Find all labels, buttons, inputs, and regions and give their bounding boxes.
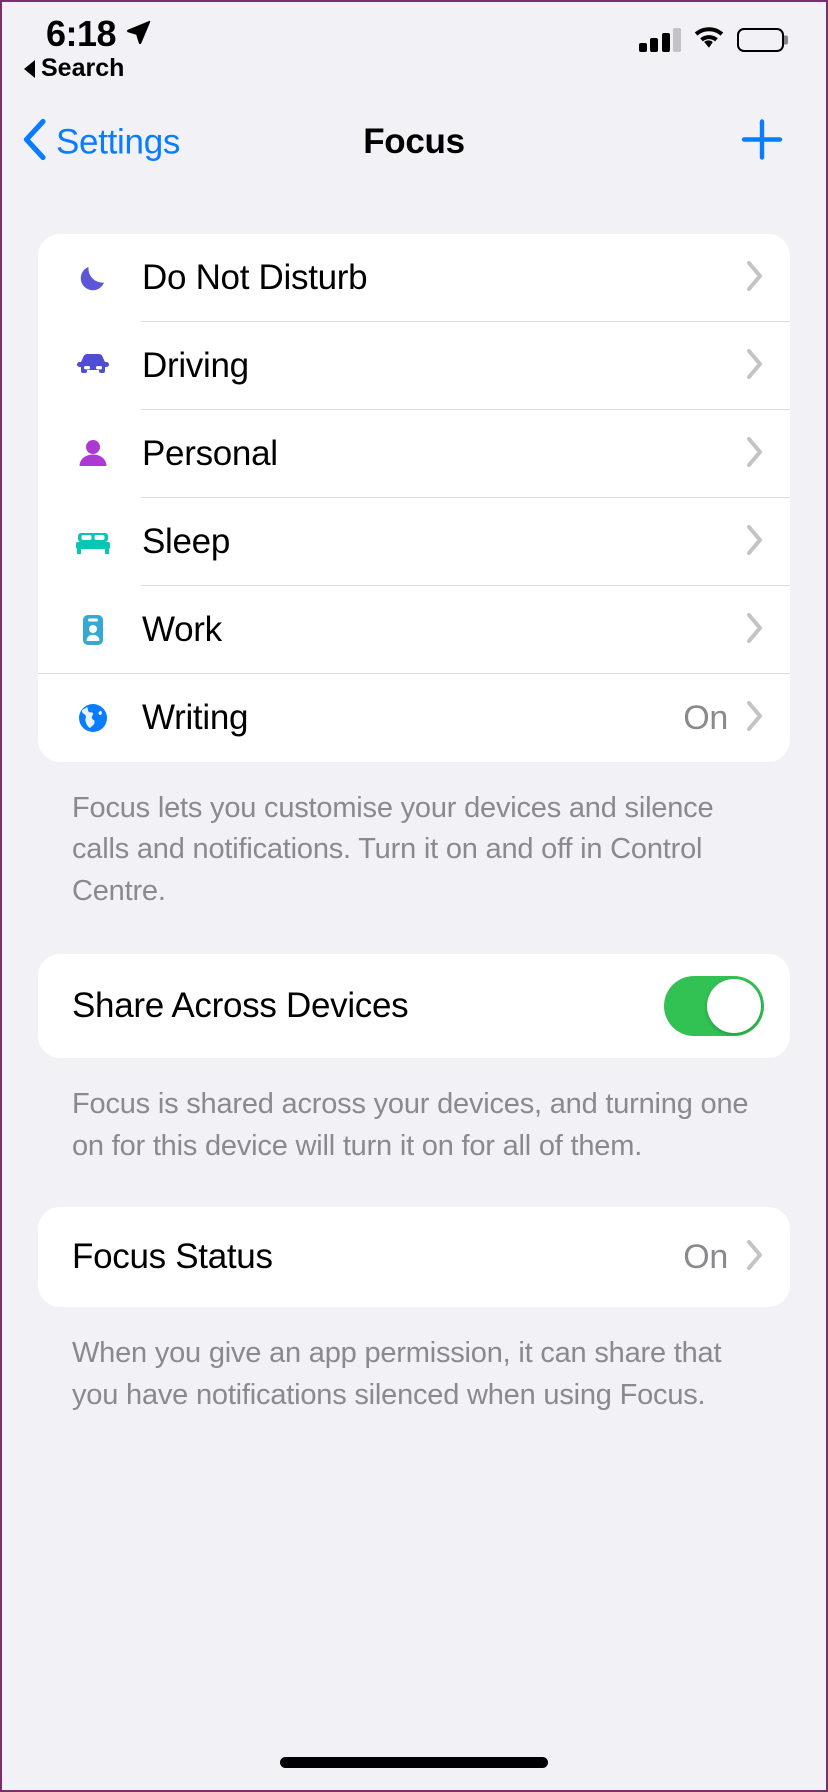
wifi-icon — [692, 24, 726, 55]
focus-row-label: Work — [142, 610, 746, 650]
navigation-bar: Settings Focus — [2, 98, 826, 186]
cellular-signal-icon — [639, 28, 682, 52]
focus-row-writing[interactable]: Writing On — [38, 674, 790, 762]
focus-row-label: Do Not Disturb — [142, 258, 746, 298]
focus-status-label: Focus Status — [72, 1237, 683, 1277]
plus-icon — [738, 116, 786, 164]
chevron-right-icon — [746, 436, 764, 473]
focus-row-do-not-disturb[interactable]: Do Not Disturb — [38, 234, 790, 322]
chevron-right-icon — [746, 700, 764, 737]
bed-icon — [66, 519, 120, 565]
share-across-devices-card: Share Across Devices — [38, 954, 790, 1058]
focus-row-value: On — [683, 699, 728, 738]
status-time-group: 6:18 — [46, 16, 152, 52]
focus-status-footer: When you give an app permission, it can … — [38, 1307, 790, 1416]
chevron-right-icon — [746, 524, 764, 561]
iphone-screen: 6:18 Search — [0, 0, 828, 1792]
back-to-search-button[interactable]: Search — [24, 54, 124, 83]
moon-icon — [66, 256, 120, 300]
share-across-devices-toggle[interactable] — [664, 976, 764, 1036]
focus-row-label: Writing — [142, 698, 683, 738]
status-indicators — [639, 24, 785, 55]
focus-status-value: On — [683, 1238, 728, 1277]
add-focus-button[interactable] — [738, 116, 786, 169]
chevron-right-icon — [746, 612, 764, 649]
focus-row-work[interactable]: Work — [38, 586, 790, 674]
chevron-right-icon — [746, 260, 764, 297]
battery-full-icon — [737, 28, 784, 52]
back-triangle-icon — [24, 60, 35, 78]
chevron-right-icon — [746, 348, 764, 385]
share-across-devices-footer: Focus is shared across your devices, and… — [38, 1058, 790, 1167]
person-icon — [66, 432, 120, 476]
page-title: Focus — [2, 122, 826, 162]
car-icon — [66, 343, 120, 389]
status-bar: 6:18 Search — [2, 2, 826, 98]
globe-icon — [66, 696, 120, 740]
share-across-devices-label: Share Across Devices — [72, 986, 664, 1026]
chevron-right-icon — [746, 1239, 764, 1276]
focus-modes-card: Do Not Disturb Driving — [38, 234, 790, 762]
share-across-devices-row[interactable]: Share Across Devices — [38, 954, 790, 1058]
back-to-search-label: Search — [41, 54, 124, 83]
location-arrow-icon — [124, 18, 152, 51]
section-spacer — [38, 1167, 790, 1207]
focus-status-card: Focus Status On — [38, 1207, 790, 1307]
focus-row-label: Sleep — [142, 522, 746, 562]
focus-row-driving[interactable]: Driving — [38, 322, 790, 410]
focus-row-sleep[interactable]: Sleep — [38, 498, 790, 586]
focus-row-label: Driving — [142, 346, 746, 386]
toggle-knob — [707, 979, 761, 1033]
focus-row-label: Personal — [142, 434, 746, 474]
settings-content: Do Not Disturb Driving — [2, 186, 826, 1416]
badge-icon — [66, 608, 120, 652]
focus-row-personal[interactable]: Personal — [38, 410, 790, 498]
focus-list-footer: Focus lets you customise your devices an… — [38, 762, 790, 912]
focus-status-row[interactable]: Focus Status On — [38, 1207, 790, 1307]
section-spacer — [38, 912, 790, 954]
status-time: 6:18 — [46, 16, 116, 52]
home-indicator[interactable] — [280, 1757, 548, 1768]
